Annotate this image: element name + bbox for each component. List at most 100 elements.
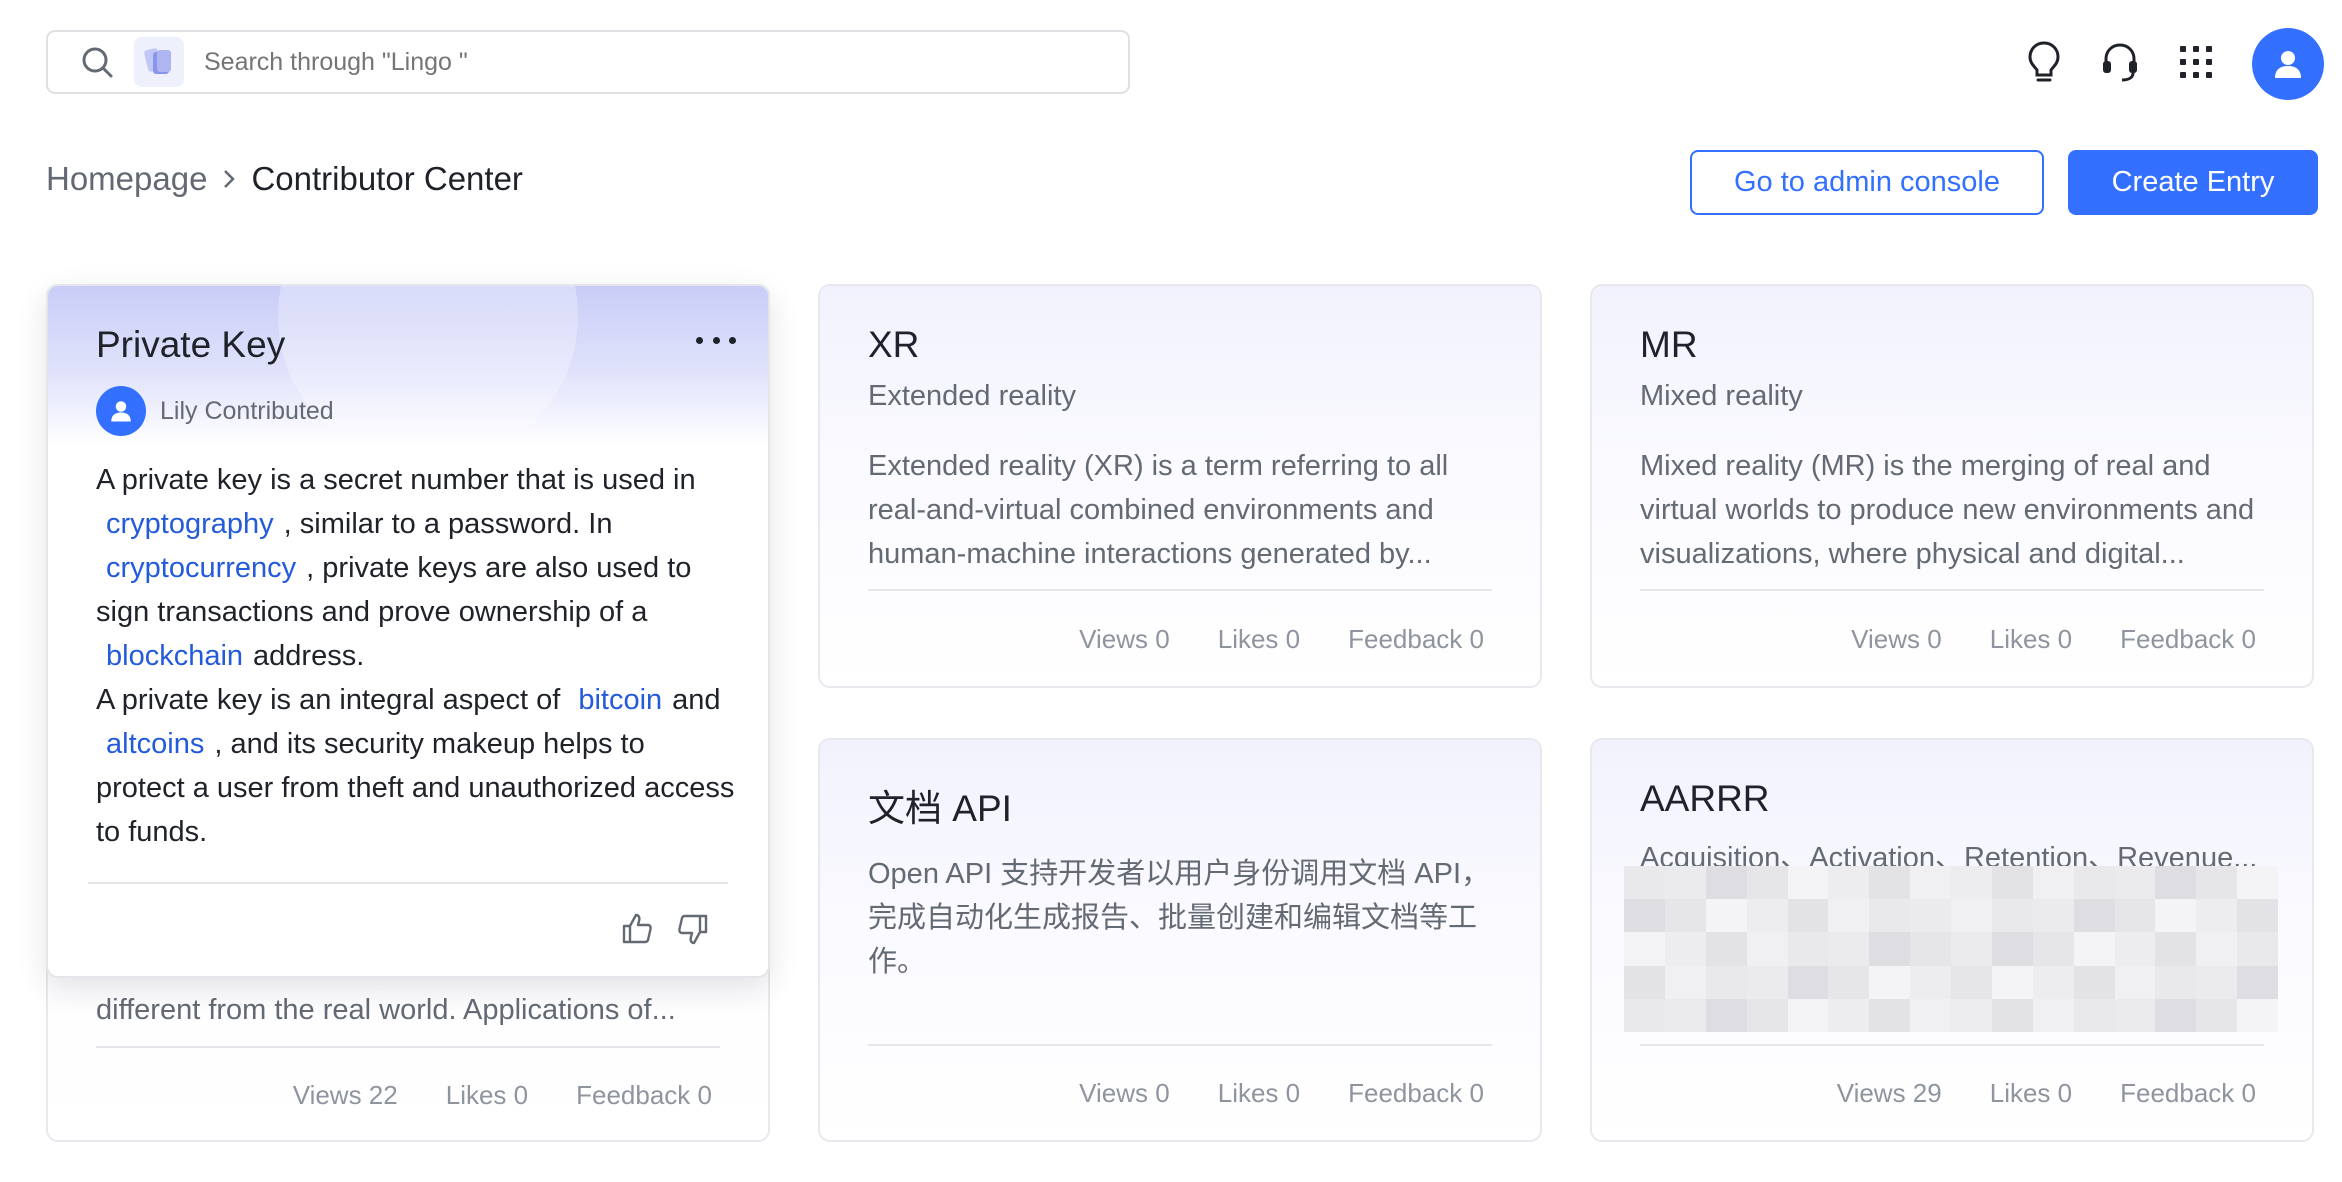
popup-body: A private key is a secret number that is… (96, 458, 736, 854)
mosaic-cell (2155, 866, 2197, 900)
mosaic-cell (1951, 932, 1992, 966)
term-link[interactable]: blockchain (106, 640, 243, 672)
mosaic-cell (2237, 998, 2278, 1032)
likes-count: Likes 0 (1989, 624, 2073, 654)
chevron-right-icon (221, 167, 237, 191)
mosaic-cell (2155, 932, 2197, 966)
mosaic-cell (1664, 899, 1706, 933)
body-text: , similar to a password. In (283, 508, 613, 540)
card-stats: Views 0 Likes 0 Feedback 0 (1803, 624, 2256, 655)
likes-count: Likes 0 (1217, 624, 1301, 654)
mosaic-cell (1705, 965, 1747, 999)
entry-card[interactable]: MR Mixed reality Mixed reality (MR) is t… (1590, 284, 2314, 688)
mosaic-cell (1869, 899, 1911, 933)
mosaic-cell (1705, 866, 1747, 900)
entry-card[interactable]: XR Extended reality Extended reality (XR… (818, 284, 1542, 688)
mosaic-cell (2196, 998, 2238, 1032)
mosaic-cell (1664, 965, 1706, 999)
feedback-count: Feedback 0 (1348, 1078, 1484, 1108)
breadcrumb-home[interactable]: Homepage (46, 160, 207, 198)
search-icon (80, 45, 114, 79)
contributor-row: Lily Contributed (96, 386, 334, 436)
mosaic-cell (1910, 965, 1951, 999)
card-title: MR (1640, 324, 1698, 365)
card-description: Open API 支持开发者以用户身份调用文档 API，完成自动化生成报告、批量… (868, 858, 1490, 978)
entry-preview-popup[interactable]: Private Key Lily Contributed A private k… (46, 284, 770, 978)
card-title: XR (868, 324, 920, 365)
mosaic-cell (1828, 899, 1870, 933)
term-link[interactable]: cryptography (106, 508, 274, 540)
search-input[interactable] (204, 47, 1104, 77)
body-text: A private key is a secret number that is… (96, 464, 696, 496)
mosaic-cell (1828, 965, 1870, 999)
admin-console-button[interactable]: Go to admin console (1690, 150, 2044, 215)
feedback-actions (598, 912, 710, 946)
mosaic-cell (1869, 932, 1911, 966)
mosaic-cell (1787, 866, 1829, 900)
mosaic-cell (2032, 899, 2074, 933)
create-entry-button[interactable]: Create Entry (2068, 150, 2318, 215)
mosaic-cell (1951, 866, 1992, 900)
redacted-mosaic (1624, 866, 2278, 1032)
mosaic-cell (1951, 899, 1992, 933)
views-count: Views 22 (292, 1080, 398, 1110)
mosaic-cell (2073, 998, 2115, 1032)
mosaic-cell (1705, 998, 1747, 1032)
mosaic-cell (2073, 866, 2115, 900)
mosaic-cell (1624, 866, 1665, 900)
contributor-name: Lily Contributed (160, 396, 334, 425)
views-count: Views 0 (1079, 1078, 1170, 1108)
mosaic-cell (1664, 998, 1706, 1032)
mosaic-cell (2073, 965, 2115, 999)
person-icon (2275, 51, 2301, 78)
mosaic-cell (1624, 998, 1665, 1032)
more-options-icon[interactable] (696, 330, 736, 350)
card-divider (1640, 1044, 2264, 1046)
mosaic-cell (1991, 998, 2033, 1032)
mosaic-cell (1705, 932, 1747, 966)
mosaic-cell (1991, 965, 2033, 999)
mosaic-cell (2196, 965, 2238, 999)
term-link[interactable]: cryptocurrency (106, 552, 296, 584)
mosaic-cell (2032, 932, 2074, 966)
mosaic-cell (1910, 998, 1951, 1032)
mosaic-cell (1910, 866, 1951, 900)
mosaic-cell (1910, 899, 1951, 933)
feedback-count: Feedback 0 (2120, 1078, 2256, 1108)
term-link[interactable]: altcoins (106, 728, 204, 760)
mosaic-cell (1787, 932, 1829, 966)
mosaic-cell (2114, 932, 2156, 966)
mosaic-cell (1951, 965, 1992, 999)
card-title: 文档 API (868, 788, 1012, 829)
mosaic-cell (2114, 899, 2156, 933)
headset-icon[interactable] (2096, 38, 2144, 86)
mosaic-cell (1746, 998, 1788, 1032)
card-subtitle: Mixed reality (1640, 380, 1803, 412)
mosaic-cell (1787, 998, 1829, 1032)
mosaic-cell (2196, 899, 2238, 933)
term-link[interactable]: bitcoin (578, 684, 662, 716)
mosaic-cell (1991, 866, 2033, 900)
mosaic-cell (1624, 965, 1665, 999)
apps-grid-icon[interactable] (2172, 38, 2220, 86)
breadcrumb: Homepage Contributor Center (46, 160, 523, 198)
popup-title: Private Key (96, 324, 286, 365)
thumbs-down-icon[interactable] (676, 912, 710, 946)
mosaic-cell (1910, 932, 1951, 966)
card-divider (868, 1044, 1492, 1046)
mosaic-cell (2032, 998, 2074, 1032)
mosaic-cell (1828, 866, 1870, 900)
card-title: AARRR (1640, 778, 1770, 819)
user-avatar[interactable] (2252, 28, 2324, 100)
mosaic-cell (2155, 965, 2197, 999)
mosaic-cell (1828, 932, 1870, 966)
likes-count: Likes 0 (445, 1080, 529, 1110)
entry-card[interactable]: 文档 API Open API 支持开发者以用户身份调用文档 API，完成自动化… (818, 738, 1542, 1142)
mosaic-cell (1991, 899, 2033, 933)
feedback-count: Feedback 0 (1348, 624, 1484, 654)
feedback-count: Feedback 0 (2120, 624, 2256, 654)
lightbulb-icon[interactable] (2020, 38, 2068, 86)
thumbs-up-icon[interactable] (620, 912, 654, 946)
search-bar[interactable] (46, 30, 1130, 94)
breadcrumb-current: Contributor Center (251, 160, 523, 197)
